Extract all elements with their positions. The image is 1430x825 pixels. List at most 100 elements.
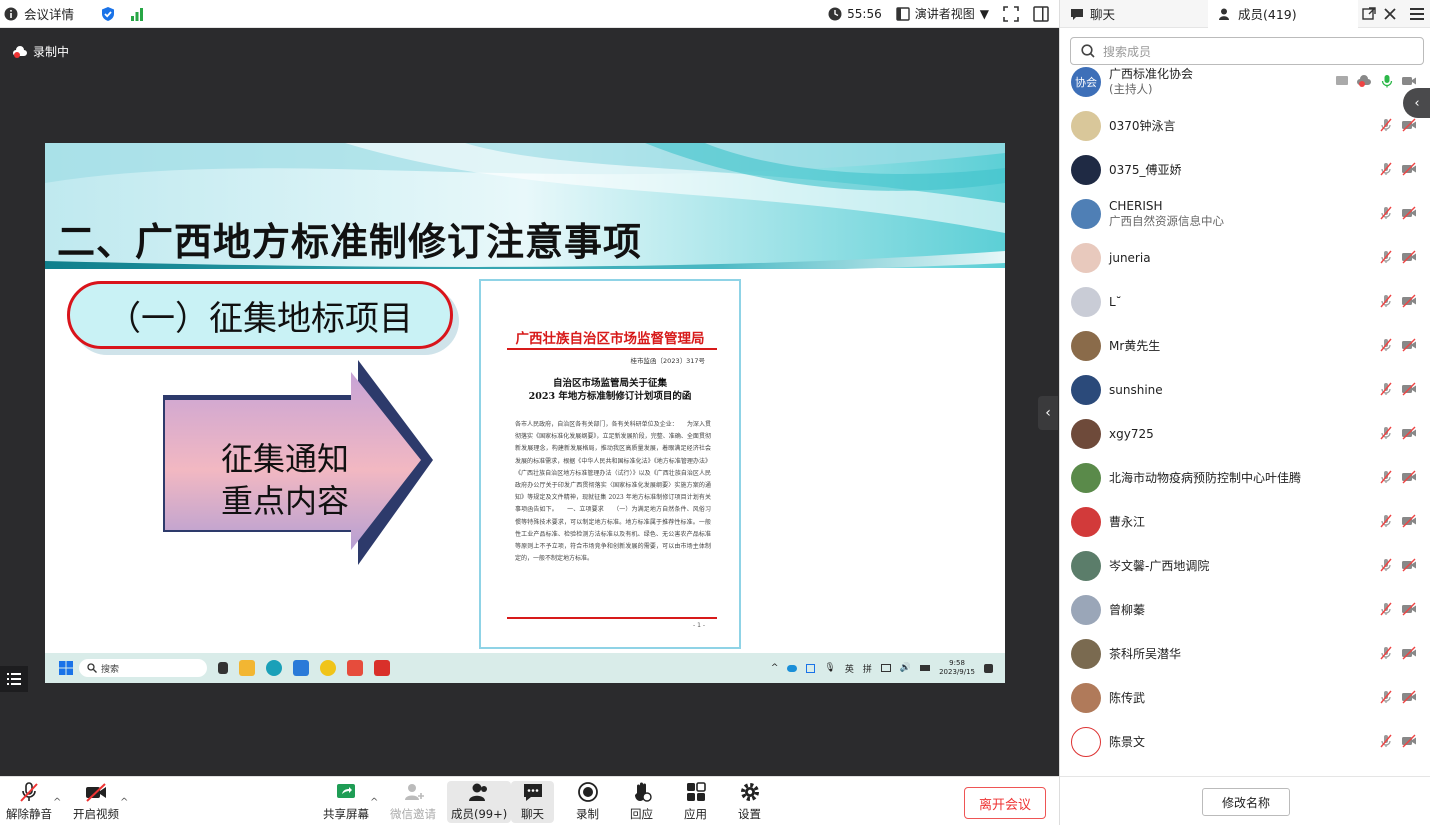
camera-off-icon — [1402, 602, 1416, 616]
wechat-invite-button[interactable]: 微信邀请 — [390, 781, 436, 822]
menu-icon[interactable] — [1410, 7, 1424, 20]
settings-button[interactable]: 设置 — [738, 781, 761, 822]
member-row[interactable]: 岑文馨-广西地调院 — [1060, 544, 1430, 588]
member-status-icons — [1379, 338, 1417, 352]
member-row[interactable]: xgy725 — [1060, 412, 1430, 456]
view-mode-dropdown[interactable]: 演讲者视图 ▼ — [896, 5, 989, 22]
member-status-icons — [1379, 734, 1417, 748]
task-view-icon[interactable] — [218, 662, 228, 674]
member-status-icons — [1379, 118, 1417, 132]
member-status-icons — [1379, 426, 1417, 440]
signal-strength-icon[interactable] — [130, 7, 144, 21]
popout-icon[interactable] — [1362, 6, 1376, 21]
ime-pinyin[interactable]: 拼 — [863, 662, 872, 675]
arrow-caption: 征集通知 重点内容 — [220, 440, 349, 520]
wps-presentation-icon[interactable] — [374, 660, 390, 676]
battery-icon[interactable] — [920, 665, 931, 671]
security-shield-icon[interactable] — [100, 6, 116, 22]
notification-icon[interactable] — [984, 663, 993, 673]
chevron-up-icon[interactable]: ^ — [771, 663, 779, 673]
video-options-chevron[interactable]: ^ — [120, 797, 128, 808]
cloud-icon[interactable] — [787, 664, 798, 672]
share-screen-icon — [337, 784, 355, 798]
unmute-button[interactable]: 解除静音 — [6, 781, 52, 822]
windows-start-icon[interactable] — [59, 661, 73, 675]
record-button[interactable]: 录制 — [576, 781, 599, 822]
avatar — [1071, 727, 1101, 757]
info-icon[interactable] — [4, 7, 18, 21]
apps-button[interactable]: 应用 — [684, 781, 707, 822]
security-icon[interactable] — [806, 663, 816, 673]
member-info: 曹永江 — [1109, 515, 1145, 530]
share-options-chevron[interactable]: ^ — [370, 797, 378, 808]
avatar — [1071, 199, 1101, 229]
file-explorer-icon[interactable] — [239, 660, 255, 676]
chat-icon — [1071, 8, 1083, 20]
record-icon — [577, 782, 598, 802]
taskbar-search[interactable]: 搜索 — [79, 659, 207, 677]
avatar — [1071, 595, 1101, 625]
section-pill: （一）征集地标项目 — [67, 281, 453, 349]
meeting-app-icon[interactable] — [293, 660, 309, 676]
cloud-record-icon — [1357, 75, 1371, 87]
start-video-button[interactable]: 开启视频 — [73, 781, 119, 822]
camera-off-icon — [1402, 338, 1416, 352]
panel-collapse-button[interactable]: ‹ — [1038, 396, 1058, 430]
ime-english[interactable]: 英 — [845, 662, 854, 675]
member-name: 岑文馨-广西地调院 — [1109, 558, 1210, 573]
member-row[interactable]: sunshine — [1060, 368, 1430, 412]
list-menu-button[interactable] — [0, 666, 28, 692]
member-info: 广西标准化协会 (主持人) — [1109, 67, 1193, 97]
share-screen-button[interactable]: 共享屏幕 — [323, 781, 369, 822]
system-clock[interactable]: 9:58 2023/9/15 — [939, 659, 975, 677]
close-icon[interactable] — [1384, 7, 1396, 20]
tab-chat[interactable]: 聊天 — [1060, 0, 1208, 28]
member-list[interactable]: 协会 广西标准化协会 (主持人) 0370钟泳言 0375_傅亚娇 CHERISH 广西自然… — [1060, 64, 1430, 776]
member-row[interactable]: 0375_傅亚娇 — [1060, 148, 1430, 192]
wps-writer-icon[interactable] — [347, 660, 363, 676]
network-icon[interactable] — [880, 664, 891, 672]
member-info: 陈景文 — [1109, 735, 1145, 750]
member-row[interactable]: 协会 广西标准化协会 (主持人) — [1060, 64, 1430, 104]
side-expand-button[interactable]: ‹ — [1403, 88, 1430, 118]
edge-browser-icon[interactable] — [266, 660, 282, 676]
member-row[interactable]: CHERISH 广西自然资源信息中心 — [1060, 192, 1430, 236]
rename-button[interactable]: 修改名称 — [1202, 788, 1290, 816]
fullscreen-icon[interactable] — [1003, 5, 1019, 22]
member-row[interactable]: 0370钟泳言 — [1060, 104, 1430, 148]
camera-off-icon — [1402, 646, 1416, 660]
member-row[interactable]: 曾柳蓁 — [1060, 588, 1430, 632]
list-icon — [7, 673, 21, 685]
chat-button[interactable]: 聊天 — [511, 781, 554, 823]
reaction-button[interactable]: 回应 — [630, 781, 653, 822]
volume-icon[interactable]: 🔊 — [900, 663, 911, 673]
slide-title: 二、广西地方标准制修订注意事项 — [57, 219, 643, 264]
member-row[interactable]: L˘ — [1060, 280, 1430, 324]
member-row[interactable]: 曹永江 — [1060, 500, 1430, 544]
member-row[interactable]: 北海市动物疫病预防控制中心叶佳腾 — [1060, 456, 1430, 500]
member-status-icons — [1379, 646, 1417, 660]
member-row[interactable]: juneria — [1060, 236, 1430, 280]
chrome-icon[interactable] — [320, 660, 336, 676]
tab-members[interactable]: 成员(419) — [1208, 0, 1358, 28]
member-search-input[interactable]: 搜索成员 — [1070, 37, 1424, 65]
avatar — [1071, 419, 1101, 449]
camera-off-icon — [1402, 206, 1416, 220]
member-info: 0375_傅亚娇 — [1109, 163, 1182, 178]
avatar — [1071, 375, 1101, 405]
camera-off-icon — [1402, 426, 1416, 440]
member-row[interactable]: 茶科所吴潜华 — [1060, 632, 1430, 676]
leave-meeting-button[interactable]: 离开会议 — [964, 787, 1046, 819]
sidebar-toggle-icon[interactable] — [1033, 5, 1049, 22]
member-info: Mr黄先生 — [1109, 339, 1160, 354]
members-button[interactable]: 成员(99+) — [447, 781, 512, 823]
member-row[interactable]: 陈景文 — [1060, 720, 1430, 764]
audio-options-chevron[interactable]: ^ — [53, 797, 61, 808]
member-row[interactable]: 陈传武 — [1060, 676, 1430, 720]
clock-icon — [828, 7, 842, 20]
member-name: L˘ — [1109, 294, 1122, 309]
member-row[interactable]: Mr黄先生 — [1060, 324, 1430, 368]
meeting-details-link[interactable]: 会议详情 — [24, 4, 74, 23]
microphone-icon[interactable]: 🎙 — [824, 663, 835, 673]
system-tray: ^ 🎙 英 拼 🔊 9:58 2023/9/15 — [771, 659, 1005, 677]
